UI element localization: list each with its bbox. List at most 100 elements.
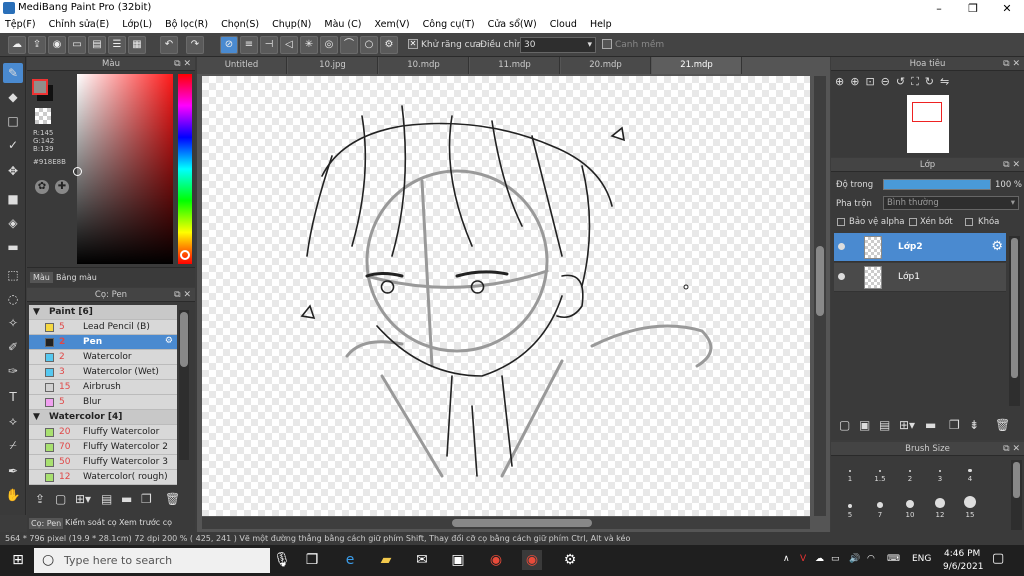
clock-time[interactable]: 4:46 PM <box>944 549 980 559</box>
wifi-icon[interactable]: ◠ <box>867 554 875 564</box>
brush-item[interactable]: 12 Watercolor( rough) <box>29 470 177 485</box>
menu-select[interactable]: Chọn(S) <box>216 17 264 30</box>
menu-color[interactable]: Màu (C) <box>319 17 366 30</box>
brush-item[interactable]: 5 Blur <box>29 395 177 410</box>
brush-size-option[interactable]: 4 <box>955 458 985 488</box>
concentric-snap-icon[interactable]: ◎ <box>320 36 338 54</box>
rotate-left-icon[interactable]: ↺ <box>896 75 911 88</box>
grid-icon[interactable]: ▦ <box>128 36 146 54</box>
menu-help[interactable]: Help <box>585 17 617 30</box>
brush-size-option[interactable]: 3 <box>925 458 955 488</box>
doc-tab[interactable]: 21.mdp <box>652 57 742 74</box>
brush-size-option[interactable]: 2 <box>895 458 925 488</box>
panel-close-icon[interactable]: ⧉ ✕ <box>174 288 191 302</box>
new-8bit-layer-icon[interactable]: ▤ <box>879 418 890 432</box>
eye-icon[interactable] <box>838 273 845 280</box>
hue-slider[interactable] <box>178 74 192 264</box>
new-brush-icon[interactable]: ▢ <box>55 492 66 506</box>
fit-icon[interactable]: ⊡ <box>865 75 880 88</box>
taskbar-search[interactable]: ○ Type here to search <box>34 548 270 573</box>
brush-item[interactable]: 3 Watercolor (Wet) <box>29 365 177 380</box>
adjust-combo[interactable]: 30 ▾ <box>520 37 596 53</box>
maximize-button[interactable]: ❐ <box>956 0 990 17</box>
menu-edit[interactable]: Chỉnh sửa(E) <box>44 17 115 30</box>
page-icon[interactable]: ▤ <box>88 36 106 54</box>
tab-color[interactable]: Màu <box>30 272 53 283</box>
brush-item[interactable]: 70 Fluffy Watercolor 2 <box>29 440 177 455</box>
duplicate-icon[interactable]: ❐ <box>141 492 152 506</box>
brush-item[interactable]: 20 Fluffy Watercolor <box>29 425 177 440</box>
clipping-checkbox[interactable] <box>909 218 917 226</box>
pen-tool-icon[interactable]: ✒ <box>3 461 23 481</box>
brush-item[interactable]: 5 Lead Pencil (B) <box>29 320 177 335</box>
panel-close-icon[interactable]: ⧉ ✕ <box>1003 158 1020 172</box>
scroll-thumb[interactable] <box>816 246 824 316</box>
collapse-arrow-icon[interactable]: ▼ <box>33 412 40 422</box>
brush-size-scrollbar[interactable] <box>1011 460 1022 530</box>
doc-tab[interactable]: 10.mdp <box>379 57 469 74</box>
tab-brush-control[interactable]: Kiểm soát cọ <box>65 518 117 527</box>
saturation-value-picker[interactable] <box>73 74 173 264</box>
tab-brush[interactable]: Cọ: Pen <box>29 518 64 529</box>
share-icon[interactable]: ⇪ <box>28 36 46 54</box>
eraser-tool-icon[interactable]: ◆ <box>3 87 23 107</box>
collapse-arrow-icon[interactable]: ▼ <box>33 307 40 317</box>
task-view-icon[interactable]: ❐ <box>302 550 322 570</box>
tab-brush-preview[interactable]: Xem trước cọ <box>119 518 172 527</box>
eye-icon[interactable] <box>838 243 845 250</box>
eyedropper-icon[interactable]: ⌿ <box>3 435 23 455</box>
transparent-swatch[interactable] <box>35 108 51 124</box>
panel-close-icon[interactable]: ⧉ ✕ <box>1003 442 1020 456</box>
layer-scrollbar[interactable] <box>1009 236 1020 406</box>
fill-rect-tool-icon[interactable]: ■ <box>3 189 23 209</box>
minimize-button[interactable]: – <box>922 0 956 17</box>
menu-cloud[interactable]: Cloud <box>545 17 582 30</box>
protect-alpha-checkbox[interactable] <box>837 218 845 226</box>
brush-group[interactable]: ▼ Paint [6] <box>29 305 177 320</box>
brush-size-option[interactable]: 1 <box>835 458 865 488</box>
panel-close-icon[interactable]: ⧉ ✕ <box>1003 57 1020 71</box>
curve-snap-icon[interactable]: ⌒ <box>340 36 358 54</box>
color-cursor[interactable] <box>73 167 82 176</box>
menu-file[interactable]: Tệp(F) <box>0 17 41 30</box>
message-icon[interactable]: ▭ <box>68 36 86 54</box>
menu-layer[interactable]: Lớp(L) <box>117 17 157 30</box>
folder-icon[interactable]: ▬ <box>121 492 132 506</box>
settings-icon[interactable]: ⚙ <box>560 550 580 570</box>
hand-tool-icon[interactable]: ✋ <box>3 485 23 505</box>
navigator-preview[interactable] <box>907 95 949 153</box>
rect-tool-icon[interactable]: □ <box>3 111 23 131</box>
upload-icon[interactable]: ⇪ <box>35 492 45 506</box>
brush-tool-icon[interactable]: ✎ <box>3 63 23 83</box>
doc-tab[interactable]: Untitled <box>197 57 287 74</box>
blend-select[interactable]: Bình thường ▾ <box>883 196 1019 210</box>
keyboard-icon[interactable]: ⌨ <box>887 554 900 564</box>
hue-handle[interactable] <box>180 250 190 260</box>
lock-checkbox[interactable] <box>965 218 973 226</box>
brush-size-option[interactable]: 10 <box>895 494 925 524</box>
circle-snap-icon[interactable]: ○ <box>360 36 378 54</box>
brush-size-option[interactable]: 1.5 <box>865 458 895 488</box>
menu-filter[interactable]: Bộ lọc(R) <box>160 17 213 30</box>
dot-tool-icon[interactable]: ✓ <box>3 135 23 155</box>
tray-chevron-icon[interactable]: ∧ <box>783 554 790 564</box>
select-eraser-icon[interactable]: ✑ <box>3 361 23 381</box>
edge-browser-icon[interactable]: e <box>340 550 360 570</box>
chrome-icon[interactable]: ◉ <box>486 550 506 570</box>
zoom-in-icon[interactable]: ⊕ <box>835 75 850 88</box>
flip-icon[interactable]: ⇋ <box>940 75 955 88</box>
panel-close-icon[interactable]: ⧉ ✕ <box>174 57 191 71</box>
brush-item[interactable]: 15 Airbrush <box>29 380 177 395</box>
new-halftone-layer-icon[interactable]: ▣ <box>859 418 870 432</box>
scroll-thumb[interactable] <box>180 312 188 367</box>
snap-off-icon[interactable]: ⊘ <box>220 36 238 54</box>
list-icon[interactable]: ☰ <box>108 36 126 54</box>
scroll-thumb[interactable] <box>1011 238 1018 378</box>
select-pen-icon[interactable]: ✐ <box>3 337 23 357</box>
select-tool-icon[interactable]: ⬚ <box>3 265 23 285</box>
edge-checkbox[interactable] <box>602 39 612 49</box>
doc-tab[interactable]: 20.mdp <box>561 57 651 74</box>
store-icon[interactable]: ▣ <box>448 550 468 570</box>
brush-settings-icon[interactable]: ▤ <box>101 492 112 506</box>
parallel-snap-icon[interactable]: ≡ <box>240 36 258 54</box>
